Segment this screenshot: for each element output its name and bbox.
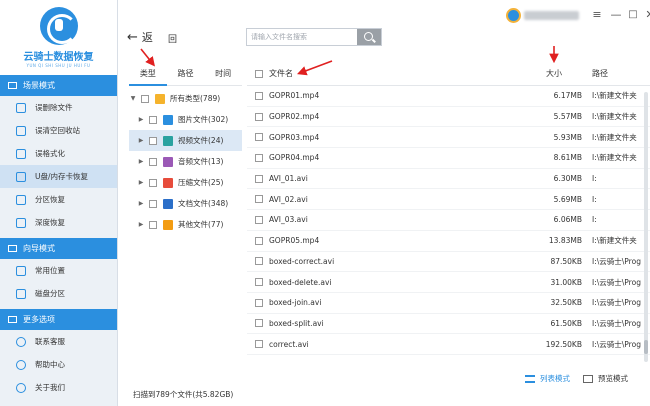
annotation-arrow-type [140, 48, 155, 67]
annotation-arrows [140, 46, 559, 76]
annotation-arrow-filename [297, 60, 333, 76]
app-window: 云骑士数据恢复 YUN QI SHI SHU JU HUI FU 场景模式 误删… [0, 0, 650, 406]
